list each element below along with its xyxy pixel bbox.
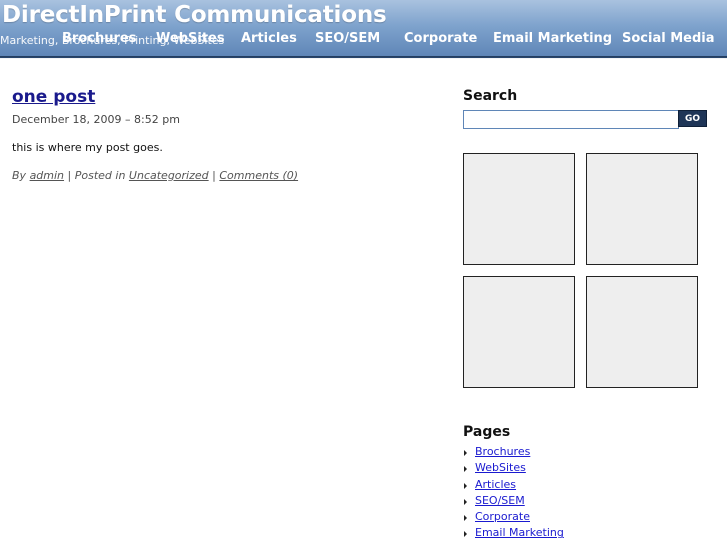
bullet-icon: [464, 450, 467, 456]
pages-link-corporate[interactable]: Corporate: [475, 510, 530, 523]
post-category-link[interactable]: Uncategorized: [129, 169, 209, 182]
post-meta: By admin | Posted in Uncategorized | Com…: [12, 169, 298, 182]
search-heading: Search: [463, 88, 518, 104]
post-meta-posted: | Posted in: [67, 169, 126, 182]
pages-link-websites[interactable]: WebSites: [475, 461, 526, 474]
nav-item-email-marketing[interactable]: Email Marketing: [493, 31, 612, 46]
bullet-icon: [464, 482, 467, 489]
pages-link-articles[interactable]: Articles: [475, 478, 516, 491]
list-item: Brochures: [463, 445, 564, 461]
ad-box[interactable]: [586, 276, 698, 388]
bullet-icon: [464, 498, 467, 505]
bullet-icon: [464, 531, 467, 538]
list-item: Articles: [463, 478, 564, 494]
search-go-button[interactable]: GO: [678, 110, 707, 127]
pages-link-brochures[interactable]: Brochures: [475, 445, 530, 458]
site-title[interactable]: DirectInPrint Communications: [2, 2, 387, 28]
ad-box[interactable]: [586, 153, 698, 265]
site-header: DirectInPrint Communications Marketing, …: [0, 0, 727, 59]
nav-item-brochures[interactable]: Brochures: [62, 31, 136, 46]
nav-item-articles[interactable]: Articles: [241, 31, 297, 46]
nav-item-social-media[interactable]: Social Media: [622, 31, 715, 46]
list-item: Email Marketing: [463, 526, 564, 542]
bullet-icon: [464, 515, 467, 522]
ad-box[interactable]: [463, 153, 575, 265]
post-meta-separator: |: [212, 169, 216, 182]
pages-link-seo-sem[interactable]: SEO/SEM: [475, 494, 525, 507]
pages-link-email-marketing[interactable]: Email Marketing: [475, 526, 564, 539]
nav-item-websites[interactable]: WebSites: [156, 31, 225, 46]
nav-item-seo-sem[interactable]: SEO/SEM: [315, 31, 380, 46]
search-input[interactable]: [463, 110, 679, 129]
post-title[interactable]: one post: [12, 87, 95, 107]
post-body: this is where my post goes.: [12, 141, 163, 154]
pages-list: Brochures WebSites Articles SEO/SEM Corp…: [463, 445, 564, 543]
bullet-icon: [464, 466, 467, 473]
post-meta-by: By: [12, 169, 27, 182]
list-item: SEO/SEM: [463, 494, 564, 510]
post-author-link[interactable]: admin: [30, 169, 64, 182]
list-item: Corporate: [463, 510, 564, 526]
post-date: December 18, 2009 – 8:52 pm: [12, 113, 180, 126]
list-item: WebSites: [463, 461, 564, 477]
ad-box[interactable]: [463, 276, 575, 388]
pages-heading: Pages: [463, 424, 511, 440]
nav-item-corporate[interactable]: Corporate: [404, 31, 477, 46]
post-comments-link[interactable]: Comments (0): [219, 169, 298, 182]
